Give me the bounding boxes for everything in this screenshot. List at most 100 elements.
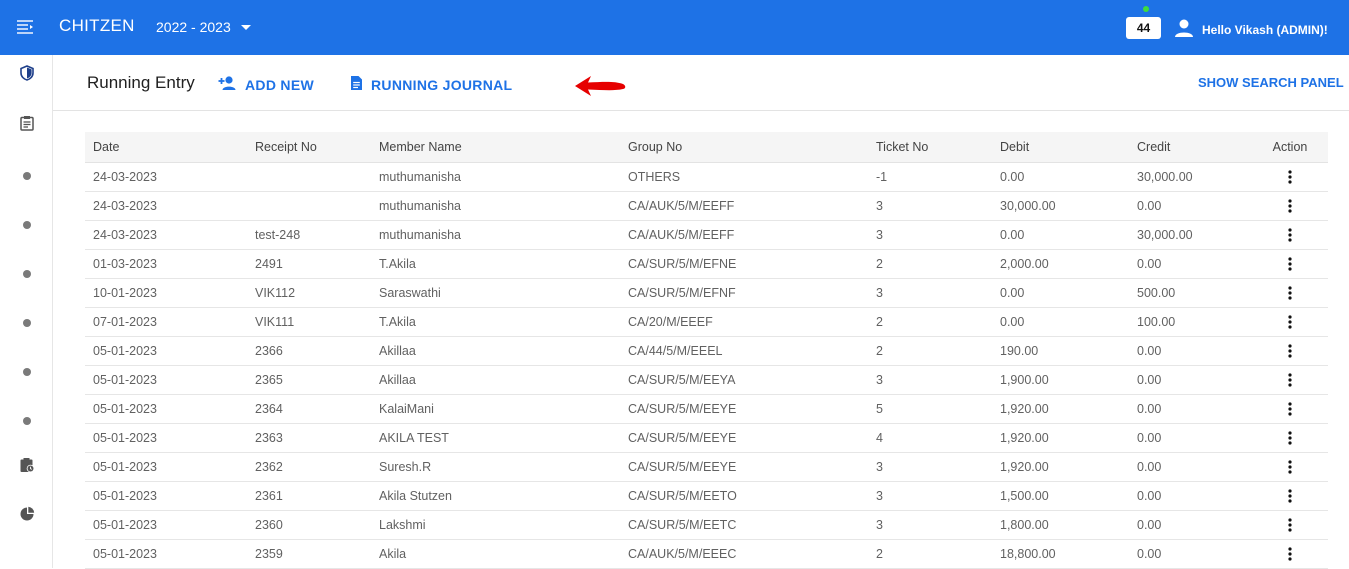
cell-action bbox=[1252, 162, 1328, 192]
cell-action bbox=[1252, 336, 1328, 366]
table-row[interactable]: 07-01-2023 VIK111 T.Akila CA/20/M/EEEF 2 0.00… bbox=[85, 307, 1328, 337]
cell-credit: 0.00 bbox=[1129, 191, 1252, 221]
table-row[interactable]: 05-01-2023 2359 Akila CA/AUK/5/M/EEEC 2 18,80… bbox=[85, 539, 1328, 569]
cell-ticket-no: 2 bbox=[868, 336, 992, 366]
cell-receipt-no: 2362 bbox=[247, 452, 371, 482]
more-vert-icon[interactable] bbox=[1282, 517, 1298, 533]
pending-actions-icon bbox=[19, 457, 35, 478]
clipboard-icon bbox=[19, 115, 35, 136]
more-vert-icon[interactable] bbox=[1282, 227, 1298, 243]
cell-action bbox=[1252, 191, 1328, 221]
financial-year-selector[interactable]: 2022 - 2023 bbox=[156, 19, 251, 35]
sidebar-item-5[interactable] bbox=[0, 359, 53, 385]
cell-group-no: CA/20/M/EEEF bbox=[620, 307, 868, 337]
add-new-label: ADD NEW bbox=[245, 76, 314, 93]
table-row[interactable]: 05-01-2023 2360 Lakshmi CA/SUR/5/M/EETC 3 1,8… bbox=[85, 510, 1328, 540]
cell-group-no: CA/44/5/M/EEEL bbox=[620, 336, 868, 366]
cell-debit: 30,000.00 bbox=[992, 191, 1129, 221]
table-row[interactable]: 01-03-2023 2491 T.Akila CA/SUR/5/M/EFNE 2 2,0… bbox=[85, 249, 1328, 279]
column-header-receipt-no[interactable]: Receipt No bbox=[247, 132, 371, 163]
page-header: Running Entry ADD NEW RUNNING JOURNAL SH… bbox=[53, 55, 1349, 111]
dot-icon bbox=[22, 319, 31, 327]
cell-date: 05-01-2023 bbox=[85, 539, 247, 569]
cell-action bbox=[1252, 423, 1328, 453]
table-row[interactable]: 24-03-2023 test-248 muthumanisha CA/AUK/5/M… bbox=[85, 220, 1328, 250]
cell-receipt-no bbox=[247, 191, 371, 221]
dot-icon bbox=[22, 417, 31, 425]
table-row[interactable]: 10-01-2023 VIK112 Saraswathi CA/SUR/5/M/EFN… bbox=[85, 278, 1328, 308]
more-vert-icon[interactable] bbox=[1282, 546, 1298, 562]
sidebar-item-3[interactable] bbox=[0, 261, 53, 287]
dot-icon bbox=[22, 368, 31, 376]
more-vert-icon[interactable] bbox=[1282, 372, 1298, 388]
table-row[interactable]: 05-01-2023 2365 Akillaa CA/SUR/5/M/EEYA 3 1,9… bbox=[85, 365, 1328, 395]
user-icon bbox=[1174, 18, 1194, 41]
table-row[interactable]: 24-03-2023 muthumanisha OTHERS -1 0.00 30,000… bbox=[85, 162, 1328, 192]
column-header-member-name[interactable]: Member Name bbox=[371, 132, 620, 163]
cell-ticket-no: 3 bbox=[868, 278, 992, 308]
column-header-date[interactable]: Date bbox=[85, 132, 247, 163]
cell-credit: 0.00 bbox=[1129, 539, 1252, 569]
more-vert-icon[interactable] bbox=[1282, 488, 1298, 504]
more-vert-icon[interactable] bbox=[1282, 343, 1298, 359]
cell-debit: 1,920.00 bbox=[992, 394, 1129, 424]
table-row[interactable]: 05-01-2023 2361 Akila Stutzen CA/SUR/5/M/EE… bbox=[85, 481, 1328, 511]
more-vert-icon[interactable] bbox=[1282, 430, 1298, 446]
cell-action bbox=[1252, 510, 1328, 540]
more-vert-icon[interactable] bbox=[1282, 256, 1298, 272]
menu-toggle-icon[interactable] bbox=[16, 17, 34, 37]
add-new-button[interactable]: ADD NEW bbox=[218, 75, 314, 94]
cell-member-name: Akillaa bbox=[371, 336, 620, 366]
cell-member-name: Akila bbox=[371, 539, 620, 569]
sidebar-item-1[interactable] bbox=[0, 163, 53, 189]
cell-debit: 1,920.00 bbox=[992, 452, 1129, 482]
table-row[interactable]: 05-01-2023 2366 Akillaa CA/44/5/M/EEEL 2 190.… bbox=[85, 336, 1328, 366]
top-app-bar: CHITZEN 2022 - 2023 44 Hello Vikash (ADM… bbox=[0, 0, 1349, 55]
table-row[interactable]: 05-01-2023 2363 AKILA TEST CA/SUR/5/M/EEYE 4… bbox=[85, 423, 1328, 453]
sidebar-item-pending[interactable] bbox=[0, 454, 53, 480]
cell-debit: 0.00 bbox=[992, 278, 1129, 308]
cell-receipt-no: 2366 bbox=[247, 336, 371, 366]
cell-receipt-no: VIK112 bbox=[247, 278, 371, 308]
more-vert-icon[interactable] bbox=[1282, 401, 1298, 417]
more-vert-icon[interactable] bbox=[1282, 459, 1298, 475]
more-vert-icon[interactable] bbox=[1282, 285, 1298, 301]
sidebar-item-entries[interactable] bbox=[0, 112, 53, 138]
cell-member-name: Akila Stutzen bbox=[371, 481, 620, 511]
cell-date: 05-01-2023 bbox=[85, 394, 247, 424]
more-vert-icon[interactable] bbox=[1282, 314, 1298, 330]
cell-date: 05-01-2023 bbox=[85, 510, 247, 540]
running-journal-button[interactable]: RUNNING JOURNAL bbox=[350, 75, 512, 94]
running-entry-table: Date Receipt No Member Name Group No Tic… bbox=[85, 132, 1328, 569]
show-search-panel-button[interactable]: SHOW SEARCH PANEL bbox=[1198, 75, 1344, 90]
page-title: Running Entry bbox=[87, 73, 195, 92]
cell-action bbox=[1252, 394, 1328, 424]
sidebar-item-security[interactable] bbox=[0, 62, 53, 88]
cell-member-name: KalaiMani bbox=[371, 394, 620, 424]
column-header-credit[interactable]: Credit bbox=[1129, 132, 1252, 163]
table-row[interactable]: 05-01-2023 2362 Suresh.R CA/SUR/5/M/EEYE 3 1,… bbox=[85, 452, 1328, 482]
sidebar-item-2[interactable] bbox=[0, 212, 53, 238]
table-row[interactable]: 05-01-2023 2364 KalaiMani CA/SUR/5/M/EEYE 5 1… bbox=[85, 394, 1328, 424]
sidebar-item-4[interactable] bbox=[0, 310, 53, 336]
notification-count-badge[interactable]: 44 bbox=[1126, 17, 1161, 39]
chevron-down-icon bbox=[240, 24, 251, 30]
cell-debit: 190.00 bbox=[992, 336, 1129, 366]
sidebar-item-reports[interactable] bbox=[0, 503, 53, 529]
cell-date: 05-01-2023 bbox=[85, 481, 247, 511]
cell-credit: 30,000.00 bbox=[1129, 220, 1252, 250]
cell-member-name: Saraswathi bbox=[371, 278, 620, 308]
more-vert-icon[interactable] bbox=[1282, 169, 1298, 185]
column-header-group-no[interactable]: Group No bbox=[620, 132, 868, 163]
column-header-debit[interactable]: Debit bbox=[992, 132, 1129, 163]
sidebar-item-6[interactable] bbox=[0, 408, 53, 434]
document-icon bbox=[350, 75, 363, 94]
table-row[interactable]: 24-03-2023 muthumanisha CA/AUK/5/M/EEFF 3 30… bbox=[85, 191, 1328, 221]
column-header-action: Action bbox=[1252, 132, 1328, 163]
user-menu[interactable]: Hello Vikash (ADMIN)! bbox=[1174, 18, 1328, 41]
cell-receipt-no: 2359 bbox=[247, 539, 371, 569]
more-vert-icon[interactable] bbox=[1282, 198, 1298, 214]
column-header-ticket-no[interactable]: Ticket No bbox=[868, 132, 992, 163]
financial-year-value: 2022 - 2023 bbox=[156, 19, 231, 35]
cell-ticket-no: 3 bbox=[868, 481, 992, 511]
